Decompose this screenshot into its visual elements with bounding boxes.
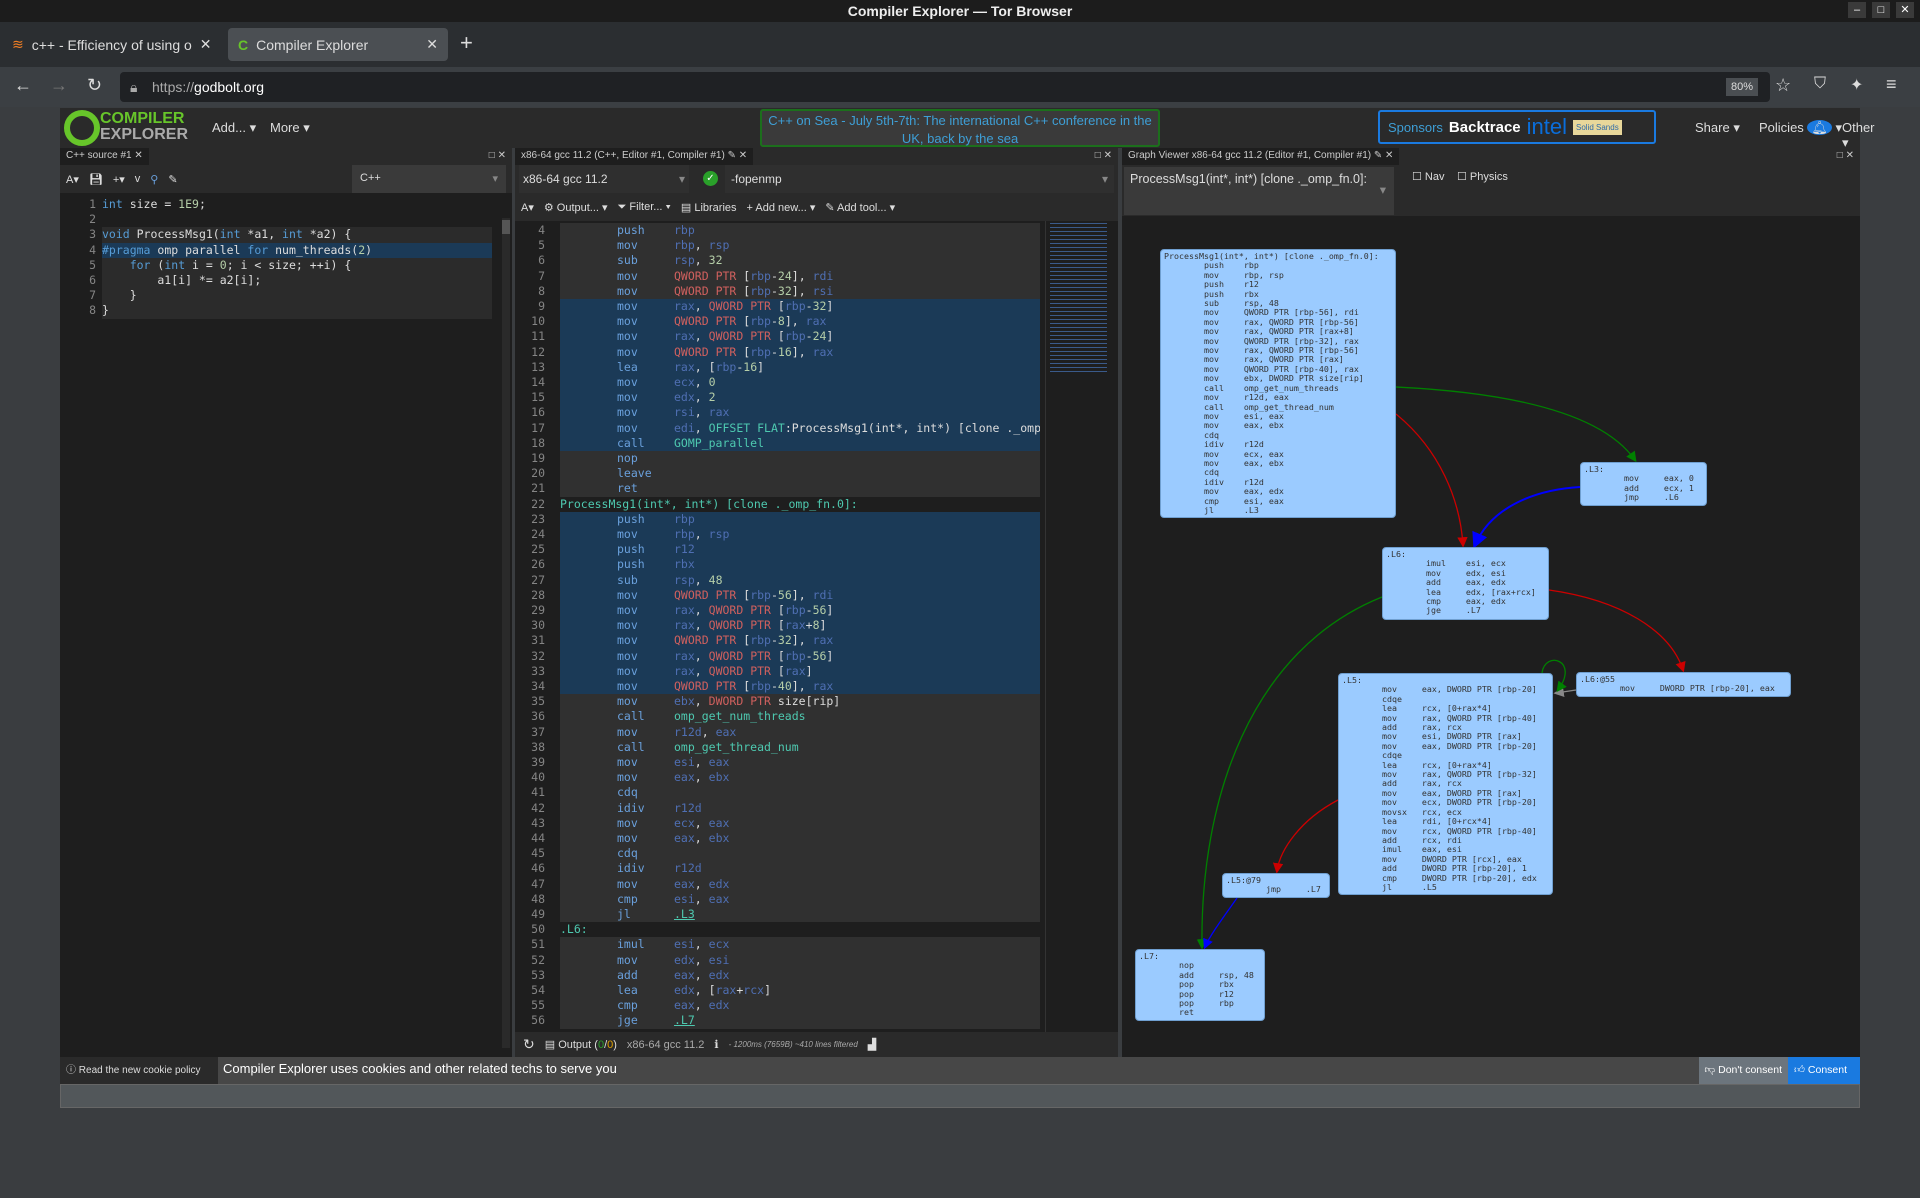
dont-consent-button[interactable]: 👎︎ Don't consent: [1698, 1057, 1788, 1084]
graph-block-l3[interactable]: .L3: mov eax, 0 add ecx, 1 jmp .L6: [1580, 462, 1707, 506]
edge-l5-to-l5-79: [1272, 799, 1339, 874]
graph-block-l5-79[interactable]: .L5:@79 jmp .L7: [1222, 873, 1330, 898]
graph-block-l6[interactable]: .L6: imul esi, ecx mov edx, esi add eax,…: [1382, 547, 1549, 620]
edge-main-to-l6: [1395, 413, 1468, 548]
graph-block-l5[interactable]: .L5: mov eax, DWORD PTR [rbp-20] cdqe le…: [1338, 673, 1553, 895]
consent-button[interactable]: 👍︎ Consent: [1788, 1057, 1860, 1084]
graph-block-main[interactable]: ProcessMsg1(int*, int*) [clone ._omp_fn.…: [1160, 249, 1396, 518]
edge-l5-79-to-l7: [1203, 897, 1238, 950]
cookie-policy-link[interactable]: ⓘ Read the new cookie policy: [60, 1057, 218, 1084]
edge-l6-to-l6-55: [1548, 589, 1686, 673]
cookie-message: Compiler Explorer uses cookies and other…: [223, 1061, 617, 1076]
control-flow-graph[interactable]: ProcessMsg1(int*, int*) [clone ._omp_fn.…: [1122, 216, 1860, 1057]
edge-l6-55-to-l5: [1553, 686, 1577, 697]
graph-block-l6-55[interactable]: .L6:@55 mov DWORD PTR [rbp-20], eax: [1576, 672, 1791, 697]
cookie-bar: ⓘ Read the new cookie policy Compiler Ex…: [60, 1057, 1860, 1084]
footer-area: [60, 1084, 1860, 1108]
graph-block-l7[interactable]: .L7: nop add rsp, 48 pop rbx pop r12 pop…: [1135, 949, 1265, 1021]
edge-l3-to-l6: [1472, 486, 1581, 549]
edge-main-to-l3: [1395, 386, 1637, 463]
